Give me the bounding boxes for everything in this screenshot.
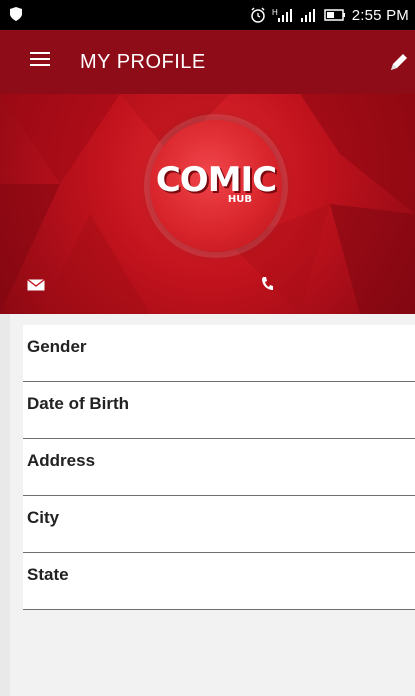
page-title: MY PROFILE (80, 51, 206, 73)
field-state[interactable]: State (23, 553, 415, 610)
svg-text:H: H (272, 8, 278, 17)
mail-icon[interactable] (27, 279, 45, 291)
field-city[interactable]: City (23, 496, 415, 553)
pencil-icon[interactable] (383, 48, 411, 76)
profile-avatar[interactable]: COMIC HUB (150, 120, 282, 252)
phone-icon[interactable] (260, 276, 274, 292)
profile-header: COMIC HUB (0, 94, 415, 314)
status-icons: H 2:55 PM (250, 5, 409, 25)
field-address[interactable]: Address (23, 439, 415, 496)
signal-h-icon: H (272, 8, 292, 22)
field-label: Address (27, 451, 96, 470)
field-date-of-birth[interactable]: Date of Birth (23, 382, 415, 439)
hamburger-menu-icon[interactable] (30, 52, 50, 72)
alarm-icon (250, 7, 265, 23)
field-gender[interactable]: Gender (23, 325, 415, 382)
profile-form: Gender Date of Birth Address City State (23, 325, 415, 610)
shield-icon (10, 7, 22, 21)
field-label: City (27, 508, 60, 527)
field-label: State (27, 565, 69, 584)
field-label: Gender (27, 337, 87, 356)
status-bar: H 2:55 PM (0, 0, 415, 30)
field-label: Date of Birth (27, 394, 129, 413)
battery-icon (323, 9, 345, 21)
logo-text: COMIC (155, 159, 277, 200)
logo-subtext: HUB (227, 193, 252, 205)
status-time: 2:55 PM (351, 6, 409, 24)
left-margin (0, 314, 10, 696)
signal-icon (300, 9, 315, 22)
app-bar: MY PROFILE (0, 30, 415, 94)
